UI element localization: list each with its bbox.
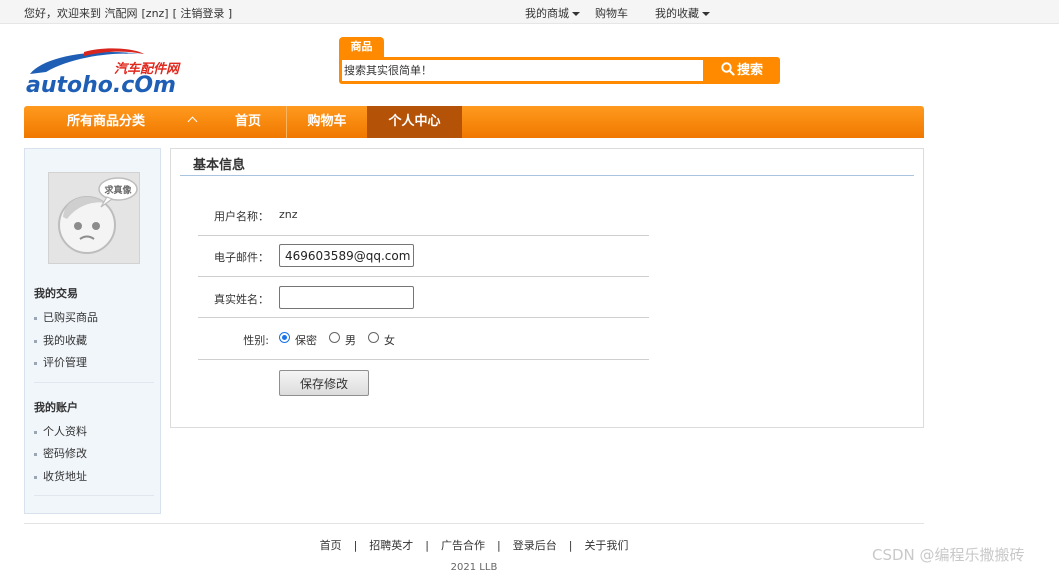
row-divider xyxy=(198,276,649,277)
footer-link-jobs[interactable]: 招聘英才 xyxy=(369,539,413,552)
sidebar-item-password[interactable]: 密码修改 xyxy=(34,445,87,461)
nav-home[interactable]: 首页 xyxy=(210,106,286,138)
gender-option-label: 女 xyxy=(384,334,395,347)
email-label: 电子邮件： xyxy=(214,251,269,264)
my-favorites-menu[interactable]: 我的收藏 xyxy=(655,5,710,21)
footer-separator: | xyxy=(497,539,501,552)
default-avatar-icon: 求真像 xyxy=(58,177,138,254)
footer-link-ads[interactable]: 广告合作 xyxy=(441,539,485,552)
car-logo-icon: 汽车配件网 autoho.cOm xyxy=(26,48,181,98)
footer-link-about[interactable]: 关于我们 xyxy=(584,539,628,552)
footer-divider xyxy=(24,523,924,524)
site-logo[interactable]: 汽车配件网 autoho.cOm xyxy=(24,46,188,98)
footer-separator: | xyxy=(353,539,358,552)
footer-link-home[interactable]: 首页 xyxy=(320,539,342,552)
sidebar-divider xyxy=(34,382,154,383)
title-divider xyxy=(180,175,914,176)
chevron-down-icon xyxy=(572,12,580,16)
gender-radio-male[interactable] xyxy=(329,332,340,343)
greeting-text: 您好，欢迎来到 汽配网 xyxy=(24,7,138,20)
realname-label: 真实姓名： xyxy=(214,293,269,306)
search-box: 搜索 xyxy=(339,57,780,84)
gender-radio-female[interactable] xyxy=(368,332,379,343)
footer-separator: | xyxy=(568,539,573,552)
top-cart-link[interactable]: 购物车 xyxy=(595,5,628,21)
search-input[interactable] xyxy=(342,60,703,81)
sidebar-item-label: 密码修改 xyxy=(43,447,87,460)
logout-link[interactable]: [ 注销登录 ] xyxy=(173,7,233,20)
search-button[interactable]: 搜索 xyxy=(707,60,777,81)
sidebar-item-profile[interactable]: 个人资料 xyxy=(34,423,87,439)
my-mall-label: 我的商城 xyxy=(525,7,569,20)
bullet-icon xyxy=(34,339,37,343)
sidebar-item-label: 个人资料 xyxy=(43,425,87,438)
sidebar-item-address[interactable]: 收货地址 xyxy=(34,468,87,484)
welcome-text: 您好，欢迎来到 汽配网 [znz] [ 注销登录 ] xyxy=(24,5,236,21)
nav-cart[interactable]: 购物车 xyxy=(287,106,367,138)
bullet-icon xyxy=(34,430,37,434)
sidebar-item-favorites[interactable]: 我的收藏 xyxy=(34,332,87,348)
basic-info-panel: 基本信息 用户名称： znz 电子邮件： 真实姓名： 性别: 保密 男 女 保存… xyxy=(170,148,924,428)
top-cart-label: 购物车 xyxy=(595,7,628,20)
footer-separator: | xyxy=(425,539,429,552)
bullet-icon xyxy=(34,475,37,479)
username-label: 用户名称： xyxy=(214,210,269,223)
sidebar-item-label: 已购买商品 xyxy=(43,311,98,324)
search-icon xyxy=(721,62,735,76)
bullet-icon xyxy=(34,361,37,365)
copyright-text: 2021 LLB xyxy=(450,562,498,573)
avatar[interactable]: 求真像 xyxy=(48,172,140,264)
username-value: znz xyxy=(279,208,298,221)
bullet-icon xyxy=(34,452,37,456)
sidebar-item-label: 评价管理 xyxy=(43,356,87,369)
nav-personal-center[interactable]: 个人中心 xyxy=(367,106,462,138)
search-category-tab[interactable]: 商品 xyxy=(339,37,384,57)
sidebar-item-label: 收货地址 xyxy=(43,470,87,483)
top-bar: 您好，欢迎来到 汽配网 [znz] [ 注销登录 ] 我的商城 购物车 我的收藏 xyxy=(0,0,1059,24)
sidebar-item-purchased[interactable]: 已购买商品 xyxy=(34,309,98,325)
watermark-text: CSDN @编程乐撒搬砖 xyxy=(872,546,1025,564)
all-categories-label: 所有商品分类 xyxy=(67,114,146,129)
bullet-icon xyxy=(34,316,37,320)
search-button-label: 搜索 xyxy=(736,63,763,78)
my-mall-menu[interactable]: 我的商城 xyxy=(525,5,580,21)
row-divider xyxy=(198,317,649,318)
footer-links: 首页 | 招聘英才 | 广告合作 | 登录后台 | 关于我们 xyxy=(0,537,948,553)
row-divider xyxy=(198,235,649,236)
gender-radio-secret[interactable] xyxy=(279,332,290,343)
avatar-bubble-text: 求真像 xyxy=(104,184,132,196)
page-title: 基本信息 xyxy=(193,158,246,173)
username-link[interactable]: [znz] xyxy=(142,7,169,20)
sidebar-divider xyxy=(34,495,154,496)
sidebar-item-reviews[interactable]: 评价管理 xyxy=(34,354,87,370)
main-nav: 所有商品分类 首页 购物车 个人中心 xyxy=(24,106,924,138)
email-field[interactable] xyxy=(279,244,414,267)
sidebar-section-account: 我的账户 xyxy=(34,401,78,414)
my-favorites-label: 我的收藏 xyxy=(655,7,699,20)
row-divider xyxy=(198,359,649,360)
footer-link-admin[interactable]: 登录后台 xyxy=(513,539,557,552)
gender-option-label: 男 xyxy=(345,334,356,347)
save-button[interactable]: 保存修改 xyxy=(279,370,369,396)
sidebar-section-trade: 我的交易 xyxy=(34,287,78,300)
realname-field[interactable] xyxy=(279,286,414,309)
chevron-up-icon xyxy=(187,116,198,127)
gender-option-label: 保密 xyxy=(295,334,317,347)
gender-label: 性别: xyxy=(243,334,269,347)
logo-en-text: autoho.cOm xyxy=(26,73,176,96)
sidebar-item-label: 我的收藏 xyxy=(43,334,87,347)
chevron-down-icon xyxy=(702,12,710,16)
all-categories-menu[interactable]: 所有商品分类 xyxy=(24,106,210,138)
sidebar: 求真像 我的交易 已购买商品 我的收藏 评价管理 我的账户 个人资料 密码修改 … xyxy=(24,148,161,514)
